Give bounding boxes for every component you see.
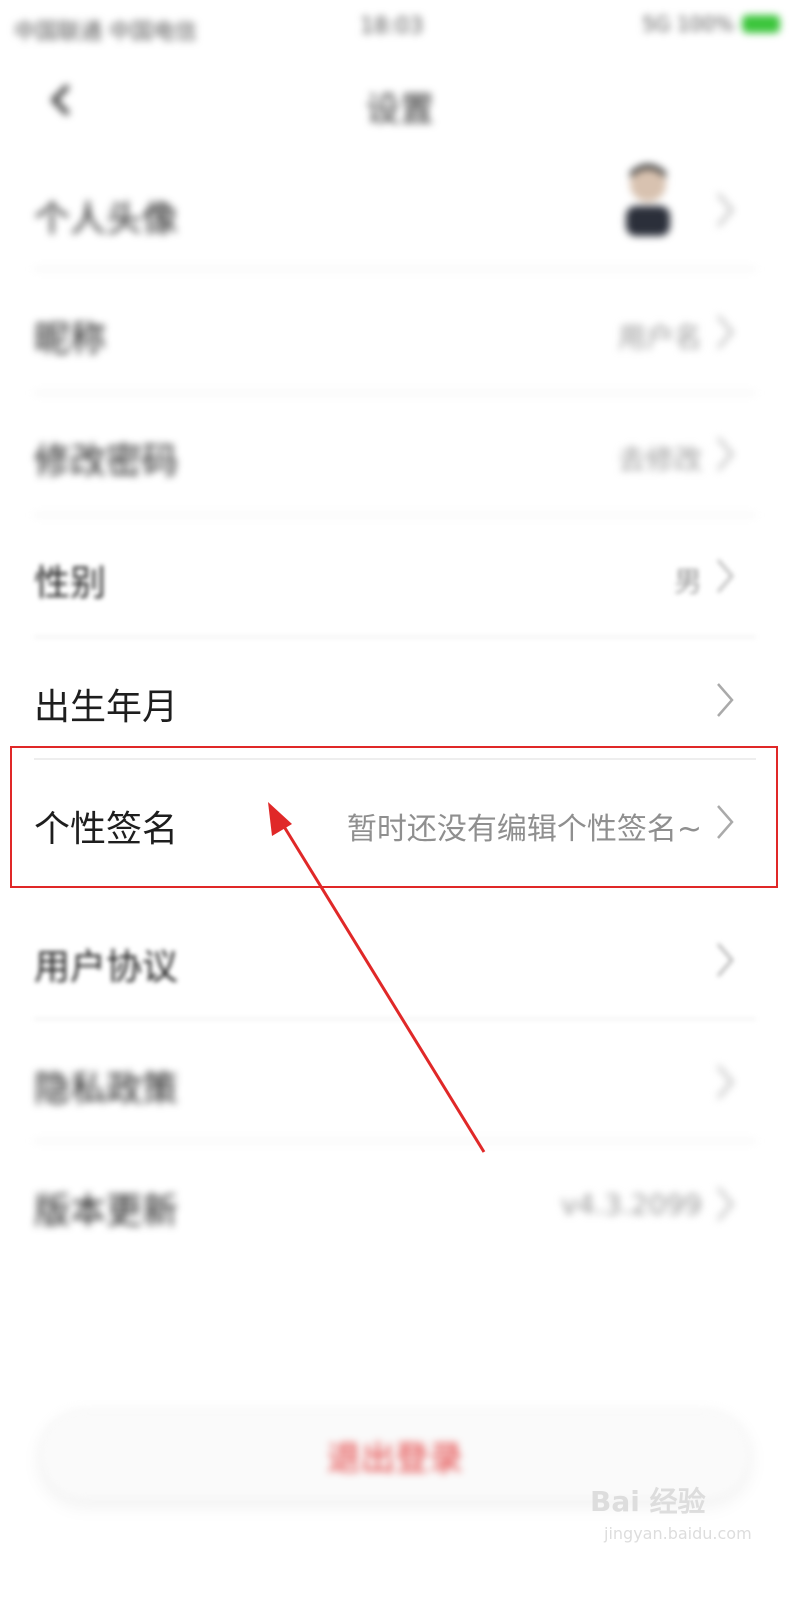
- row-value: 男: [673, 565, 702, 598]
- row-label: 性别: [34, 563, 107, 604]
- row-nickname[interactable]: 昵称 用户名: [34, 272, 756, 394]
- row-gender[interactable]: 性别 男: [34, 516, 756, 638]
- row-label: 出生年月: [34, 687, 179, 728]
- row-birthdate[interactable]: 出生年月: [34, 638, 756, 760]
- chevron-right-icon: [712, 556, 738, 596]
- row-label: 版本更新: [34, 1191, 179, 1232]
- row-label: 修改密码: [34, 441, 179, 482]
- chevron-right-icon: [712, 190, 738, 230]
- row-value: 去修改: [617, 443, 702, 476]
- page-title: 设置: [366, 90, 434, 130]
- clock: 18:03: [360, 14, 424, 39]
- chevron-right-icon: [712, 680, 738, 720]
- chevron-right-icon: [712, 1184, 738, 1224]
- row-label: 用户协议: [34, 947, 179, 988]
- row-password[interactable]: 修改密码 去修改: [34, 394, 756, 516]
- row-value: v4.3.2099: [560, 1188, 702, 1221]
- highlight-box: [10, 746, 778, 888]
- status-bar: 中国联通 中国电信 18:03 5G 100%: [0, 0, 800, 56]
- watermark: Bai 经验 jingyan.baidu.com: [590, 1480, 760, 1560]
- battery-icon: [742, 15, 780, 33]
- status-icons: 5G 100%: [642, 12, 780, 36]
- watermark-logo: Bai 经验: [590, 1485, 706, 1518]
- row-label: 个人头像: [34, 199, 179, 240]
- row-version[interactable]: 版本更新 v4.3.2099: [34, 1142, 756, 1264]
- row-privacy-policy[interactable]: 隐私政策: [34, 1020, 756, 1142]
- row-value: 用户名: [617, 321, 702, 354]
- carrier-text: 中国联通 中国电信: [14, 20, 197, 45]
- row-avatar[interactable]: 个人头像: [34, 150, 756, 270]
- row-label: 昵称: [34, 319, 107, 360]
- chevron-right-icon: [712, 1062, 738, 1102]
- chevron-right-icon: [712, 940, 738, 980]
- watermark-url: jingyan.baidu.com: [604, 1524, 752, 1543]
- row-label: 隐私政策: [34, 1069, 179, 1110]
- row-user-agreement[interactable]: 用户协议: [34, 896, 756, 1020]
- chevron-right-icon: [712, 434, 738, 474]
- avatar[interactable]: [616, 160, 680, 238]
- signal-text: 5G 100%: [642, 12, 734, 36]
- nav-bar: 设置: [0, 60, 800, 140]
- chevron-right-icon: [712, 312, 738, 352]
